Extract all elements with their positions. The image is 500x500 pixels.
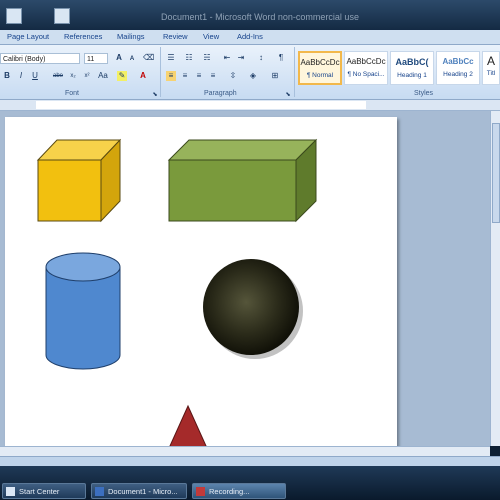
- bold-button[interactable]: B: [2, 71, 12, 81]
- document-page[interactable]: [5, 117, 397, 458]
- styles-group-label: Styles: [414, 90, 434, 97]
- font-size-combo[interactable]: 11: [84, 53, 108, 64]
- taskbar-item-word[interactable]: Document1 - Micro...: [91, 483, 187, 499]
- tab-add-ins[interactable]: Add-Ins: [237, 32, 263, 41]
- strikethrough-button[interactable]: abe: [50, 71, 66, 81]
- justify-icon[interactable]: ≡: [208, 71, 218, 81]
- style-heading-1[interactable]: AaBbC( Heading 1: [390, 51, 434, 85]
- ribbon: Calibri (Body) 11 A A ⌫ B I U abe x₂ x² …: [0, 45, 500, 100]
- align-right-icon[interactable]: ≡: [194, 71, 204, 81]
- sphere-shape[interactable]: [203, 259, 303, 359]
- recording-icon: [196, 487, 205, 496]
- change-case-icon[interactable]: Aa: [98, 71, 108, 81]
- align-left-icon[interactable]: ≡: [166, 71, 176, 81]
- font-group-label: Font: [65, 90, 80, 97]
- start-center-icon: [6, 487, 15, 496]
- taskbar-item-start-center[interactable]: Start Center: [2, 483, 86, 499]
- style-title[interactable]: A Titl: [482, 51, 500, 85]
- grow-font-button[interactable]: A: [114, 53, 124, 63]
- group-separator: [160, 47, 161, 97]
- style-heading-2[interactable]: AaBbCc Heading 2: [436, 51, 480, 85]
- line-spacing-icon[interactable]: ⇳: [228, 71, 238, 81]
- bullets-icon[interactable]: ☰: [166, 53, 176, 63]
- style-sample: AaBbCcDc: [346, 57, 386, 66]
- style-name: Titl: [486, 70, 496, 77]
- taskbar-item-label: Recording...: [209, 487, 250, 496]
- taskbar-item-label: Start Center: [19, 487, 60, 496]
- font-dialog-launcher-icon[interactable]: ⬊: [150, 90, 160, 100]
- style-name: ¶ No Spaci...: [347, 71, 385, 78]
- cylinder-shape[interactable]: [45, 252, 121, 370]
- horizontal-ruler[interactable]: [0, 100, 500, 111]
- save-icon[interactable]: [54, 8, 70, 24]
- taskbar-item-recording[interactable]: Recording...: [192, 483, 286, 499]
- clear-format-icon[interactable]: ⌫: [143, 53, 154, 63]
- italic-button[interactable]: I: [16, 71, 26, 81]
- superscript-button[interactable]: x²: [82, 71, 92, 81]
- vertical-scrollbar[interactable]: [490, 111, 500, 446]
- taskbar: Start Center Document1 - Micro... Record…: [0, 466, 500, 500]
- tab-review[interactable]: Review: [163, 32, 188, 41]
- paragraph-group-label: Paragraph: [204, 90, 237, 97]
- style-name: ¶ Normal: [306, 72, 334, 79]
- cube-shape[interactable]: [36, 138, 122, 223]
- window-title: Document1 - Microsoft Word non-commercia…: [161, 12, 359, 22]
- decrease-indent-icon[interactable]: ⇤: [222, 53, 232, 63]
- taskbar-item-label: Document1 - Micro...: [108, 487, 178, 496]
- style-sample: AaBbCcDc: [300, 58, 340, 67]
- numbering-icon[interactable]: ☷: [184, 53, 194, 63]
- shading-icon[interactable]: ◈: [248, 71, 258, 81]
- style-sample: AaBbC(: [395, 57, 429, 67]
- sort-icon[interactable]: ↕: [256, 53, 266, 63]
- underline-button[interactable]: U: [30, 71, 40, 81]
- paragraph-dialog-launcher-icon[interactable]: ⬊: [283, 90, 293, 100]
- style-no-spacing[interactable]: AaBbCcDc ¶ No Spaci...: [344, 51, 388, 85]
- style-sample: AaBbCc: [442, 57, 474, 66]
- style-name: Heading 2: [443, 71, 473, 78]
- title-bar: Document1 - Microsoft Word non-commercia…: [0, 0, 500, 30]
- style-normal[interactable]: AaBbCcDc ¶ Normal: [298, 51, 342, 85]
- shapes-canvas: [36, 138, 318, 458]
- tab-mailings[interactable]: Mailings: [117, 32, 145, 41]
- scrollbar-thumb[interactable]: [492, 123, 500, 223]
- tab-page-layout[interactable]: Page Layout: [7, 32, 49, 41]
- style-sample: A: [486, 54, 495, 68]
- align-center-icon[interactable]: ≡: [180, 71, 190, 81]
- shrink-font-button[interactable]: A: [127, 54, 137, 64]
- ruler-text-area: [36, 101, 366, 109]
- borders-icon[interactable]: ⊞: [270, 71, 280, 81]
- tab-references[interactable]: References: [64, 32, 102, 41]
- tab-view[interactable]: View: [203, 32, 219, 41]
- ribbon-tab-bar: Page Layout References Mailings Review V…: [0, 30, 500, 45]
- show-marks-icon[interactable]: ¶: [276, 53, 286, 63]
- font-color-button[interactable]: A: [138, 71, 148, 81]
- highlight-icon[interactable]: ✎: [117, 71, 127, 81]
- document-area: [0, 111, 490, 458]
- multilevel-list-icon[interactable]: ☵: [202, 53, 212, 63]
- box-shape[interactable]: [167, 138, 318, 223]
- font-name-combo[interactable]: Calibri (Body): [0, 53, 80, 64]
- style-name: Heading 1: [397, 72, 427, 79]
- group-separator: [294, 47, 295, 97]
- word-logo-icon[interactable]: [6, 8, 22, 24]
- subscript-button[interactable]: x₂: [68, 71, 78, 81]
- increase-indent-icon[interactable]: ⇥: [236, 53, 246, 63]
- word-icon: [95, 487, 104, 496]
